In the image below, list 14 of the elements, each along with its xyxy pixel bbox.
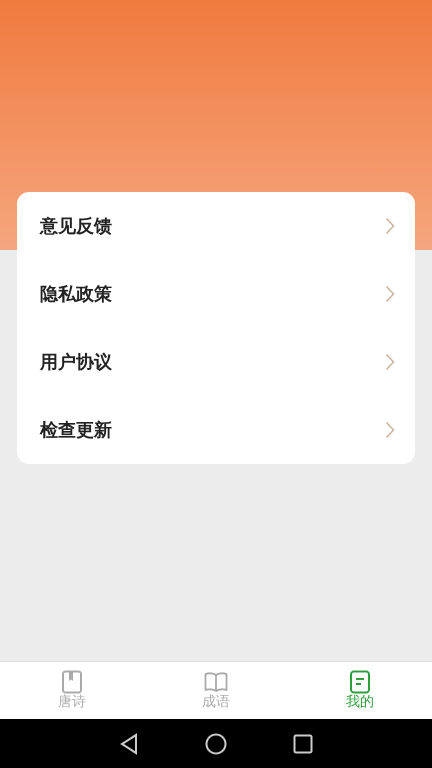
open-book-icon <box>204 670 228 694</box>
menu-item[interactable]: 意见反馈 <box>17 192 415 260</box>
chevron-right-icon <box>385 421 395 439</box>
chevron-right-icon <box>385 353 395 371</box>
book-icon <box>60 670 84 694</box>
chevron-right-icon <box>385 285 395 303</box>
recents-button[interactable] <box>293 734 313 754</box>
chevron-right-icon <box>385 217 395 235</box>
document-icon <box>348 670 372 694</box>
menu-item[interactable]: 检查更新 <box>17 396 415 464</box>
back-button[interactable] <box>119 732 139 754</box>
menu-item[interactable]: 用户协议 <box>17 328 415 396</box>
home-button[interactable] <box>205 732 227 754</box>
menu-item[interactable]: 隐私政策 <box>17 260 415 328</box>
